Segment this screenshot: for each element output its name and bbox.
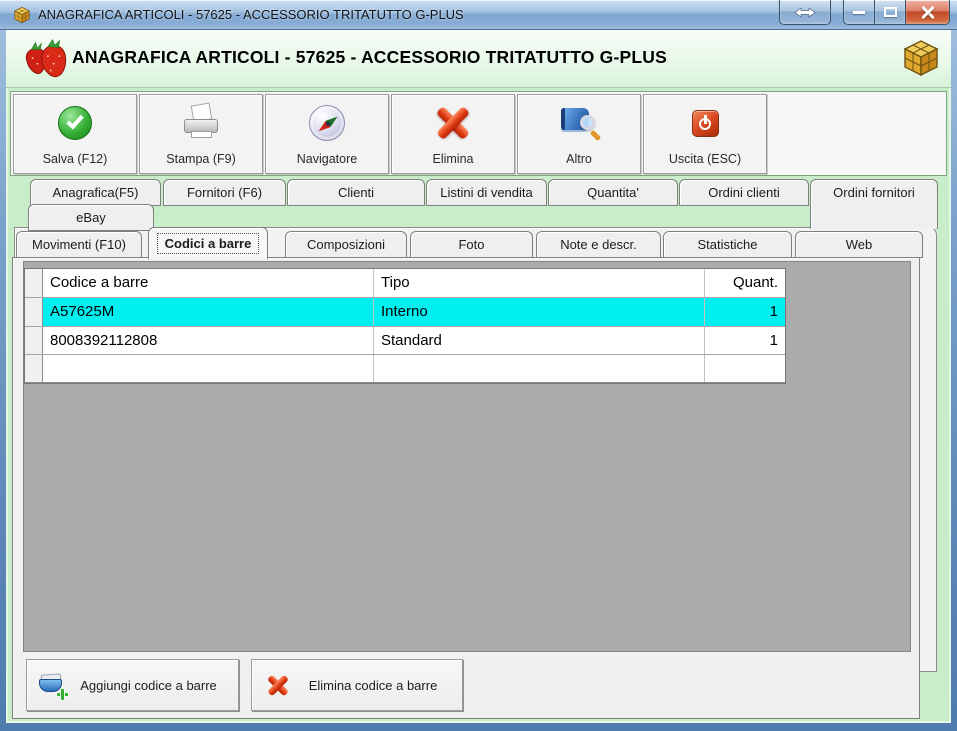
table-header-row: Codice a barre Tipo Quant. (25, 269, 785, 298)
tab-movimenti[interactable]: Movimenti (F10) (16, 231, 142, 258)
save-button[interactable]: Salva (F12) (13, 94, 137, 174)
strawberry-icon (25, 38, 67, 78)
tab-fornitori[interactable]: Fornitori (F6) (163, 179, 286, 206)
red-x-icon (434, 104, 472, 142)
cell-codice[interactable]: A57625M (43, 298, 374, 326)
exit-button[interactable]: Uscita (ESC) (643, 94, 767, 174)
grid-container: Codice a barre Tipo Quant. A57625M Inter… (23, 261, 911, 652)
power-icon (691, 109, 719, 137)
tab-page-codici-a-barre: Codice a barre Tipo Quant. A57625M Inter… (12, 257, 920, 719)
row-selector[interactable] (25, 355, 43, 382)
client-area: ANAGRAFICA ARTICOLI - 57625 - ACCESSORIO… (6, 30, 951, 723)
tab-web[interactable]: Web (795, 231, 923, 258)
cell-quant[interactable]: 1 (705, 327, 785, 354)
column-header-codice[interactable]: Codice a barre (43, 269, 374, 297)
close-button[interactable] (905, 0, 950, 25)
tab-ebay[interactable]: eBay (28, 204, 154, 231)
minimize-button[interactable] (843, 0, 874, 25)
table-row[interactable]: A57625M Interno 1 (25, 298, 785, 327)
other-button[interactable]: Altro (517, 94, 641, 174)
tab-note-e-descr[interactable]: Note e descr. (536, 231, 661, 258)
table-row[interactable] (25, 355, 785, 383)
tab-anagrafica[interactable]: Anagrafica(F5) (30, 179, 161, 206)
tab-ordini-fornitori[interactable]: Ordini fornitori (810, 179, 938, 229)
cell-codice[interactable]: 8008392112808 (43, 327, 374, 354)
row-selector[interactable] (25, 327, 43, 354)
tab-ordini-clienti[interactable]: Ordini clienti (679, 179, 809, 206)
tab-listini-di-vendita[interactable]: Listini di vendita (426, 179, 547, 206)
window-title: ANAGRAFICA ARTICOLI - 57625 - ACCESSORIO… (38, 7, 464, 22)
cell-codice[interactable] (43, 355, 374, 382)
column-header-quant[interactable]: Quant. (705, 269, 785, 297)
printer-icon (181, 102, 221, 142)
print-button[interactable]: Stampa (F9) (139, 94, 263, 174)
tab-codici-a-barre[interactable]: Codici a barre (148, 227, 268, 259)
cell-tipo[interactable] (374, 355, 705, 382)
row-selector-header (25, 269, 43, 297)
app-window: ANAGRAFICA ARTICOLI - 57625 - ACCESSORIO… (0, 0, 957, 731)
tab-foto[interactable]: Foto (410, 231, 533, 258)
delete-barcode-button[interactable]: Elimina codice a barre (251, 659, 463, 711)
flip-window-button[interactable] (779, 0, 831, 25)
app-box-icon (13, 6, 31, 24)
delete-button[interactable]: Elimina (391, 94, 515, 174)
double-arrow-icon (794, 6, 816, 18)
tab-statistiche[interactable]: Statistiche (663, 231, 792, 258)
add-barcode-button[interactable]: Aggiungi codice a barre (26, 659, 239, 711)
row-selector[interactable] (25, 298, 43, 326)
maximize-button[interactable] (874, 0, 905, 25)
maximize-icon (883, 7, 897, 17)
tab-quantita[interactable]: Quantita' (548, 179, 678, 206)
compass-icon (309, 105, 345, 141)
cell-quant[interactable]: 1 (705, 298, 785, 326)
book-search-icon (559, 105, 602, 142)
page-title: ANAGRAFICA ARTICOLI - 57625 - ACCESSORIO… (72, 47, 667, 67)
navigator-button[interactable]: Navigatore (265, 94, 389, 174)
package-box-icon (903, 40, 939, 77)
column-header-tipo[interactable]: Tipo (374, 269, 705, 297)
titlebar[interactable]: ANAGRAFICA ARTICOLI - 57625 - ACCESSORIO… (0, 0, 957, 30)
tab-clienti[interactable]: Clienti (287, 179, 425, 206)
delete-barcode-icon (266, 673, 290, 697)
minimize-icon (853, 10, 865, 14)
save-check-icon (58, 106, 92, 140)
app-header: ANAGRAFICA ARTICOLI - 57625 - ACCESSORIO… (6, 30, 951, 88)
cell-tipo[interactable]: Interno (374, 298, 705, 326)
table-row[interactable]: 8008392112808 Standard 1 (25, 327, 785, 355)
barcode-table: Codice a barre Tipo Quant. A57625M Inter… (24, 268, 786, 384)
toolbar: Salva (F12) Stampa (F9) Navigatore Elimi… (10, 91, 947, 176)
cell-tipo[interactable]: Standard (374, 327, 705, 354)
tab-composizioni[interactable]: Composizioni (285, 231, 407, 258)
close-icon (920, 4, 936, 20)
add-barcode-icon (39, 673, 68, 700)
cell-quant[interactable] (705, 355, 785, 382)
